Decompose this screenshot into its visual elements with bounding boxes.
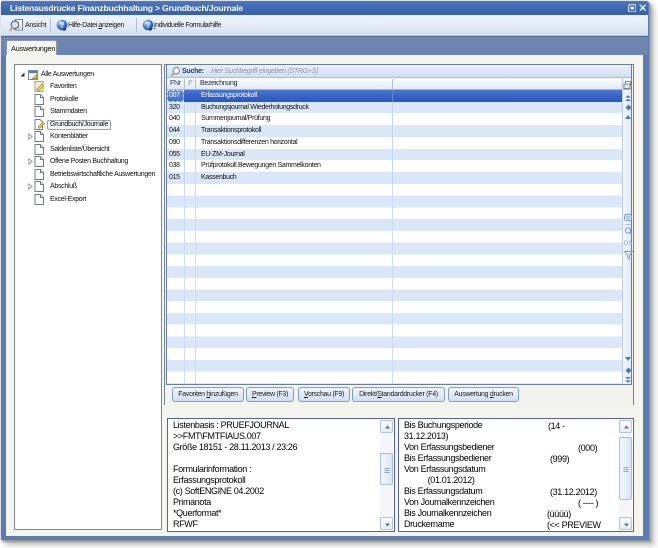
svg-text:?: ? <box>59 20 64 30</box>
svg-text:DS: DS <box>624 241 632 247</box>
svg-text:?: ? <box>145 20 150 30</box>
